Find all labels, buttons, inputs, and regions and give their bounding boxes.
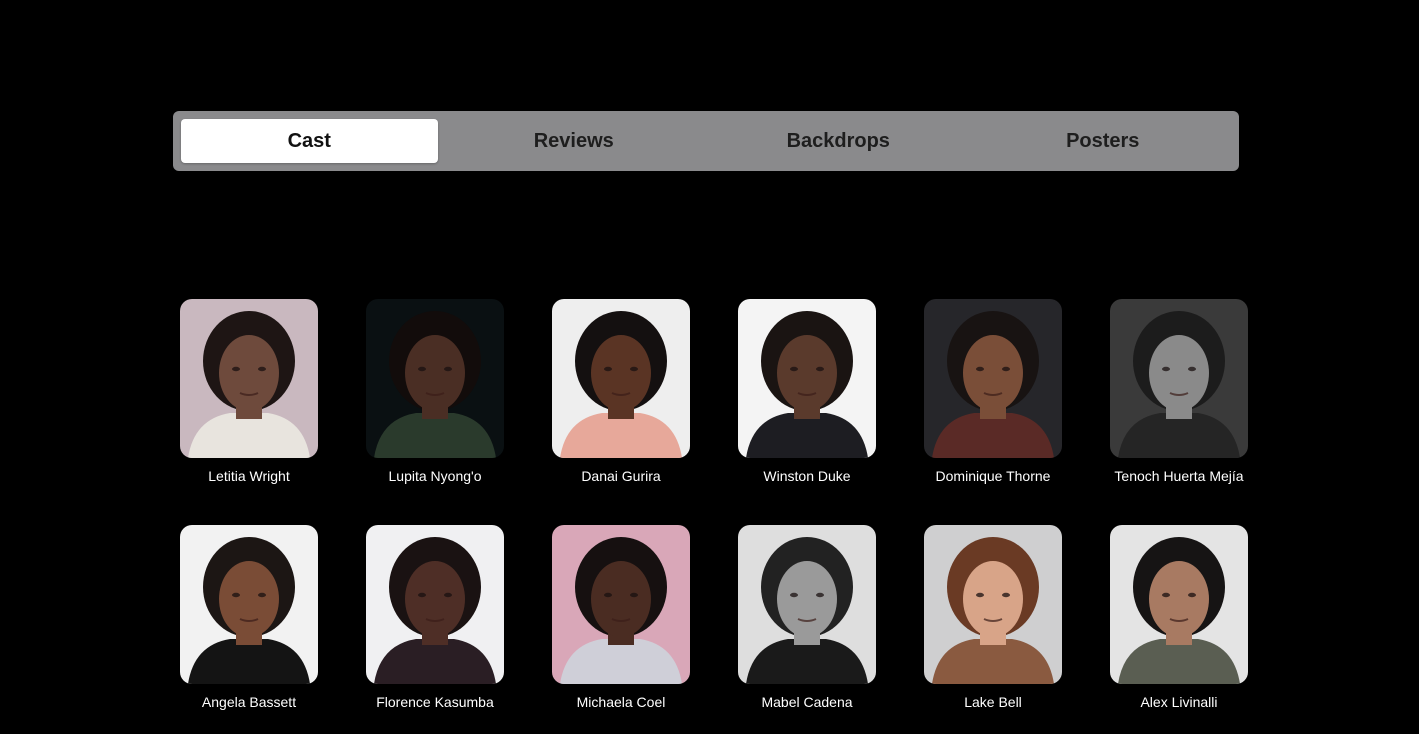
- portrait-image: [738, 299, 876, 458]
- cast-name: Letitia Wright: [208, 468, 290, 484]
- portrait-image: [1110, 299, 1248, 458]
- cast-card[interactable]: Alex Livinalli: [1110, 525, 1248, 710]
- cast-name: Lake Bell: [964, 694, 1022, 710]
- cast-name: Danai Gurira: [581, 468, 661, 484]
- cast-card[interactable]: Michaela Coel: [552, 525, 690, 710]
- portrait-image: [1110, 525, 1248, 684]
- cast-card[interactable]: Angela Bassett: [180, 525, 318, 710]
- cast-card[interactable]: Mabel Cadena: [738, 525, 876, 710]
- tab-posters[interactable]: Posters: [975, 119, 1232, 163]
- cast-card[interactable]: Letitia Wright: [180, 299, 318, 484]
- cast-name: Dominique Thorne: [935, 468, 1051, 484]
- portrait-image: [366, 299, 504, 458]
- cast-photo[interactable]: [738, 299, 876, 458]
- cast-photo[interactable]: [924, 525, 1062, 684]
- portrait-image: [180, 299, 318, 458]
- cast-name: Angela Bassett: [201, 694, 297, 710]
- cast-photo[interactable]: [180, 525, 318, 684]
- cast-photo[interactable]: [924, 299, 1062, 458]
- cast-name: Alex Livinalli: [1140, 694, 1218, 710]
- cast-card[interactable]: Danai Gurira: [552, 299, 690, 484]
- cast-photo[interactable]: [180, 299, 318, 458]
- portrait-image: [924, 299, 1062, 458]
- portrait-image: [552, 299, 690, 458]
- cast-name: Mabel Cadena: [761, 694, 853, 710]
- cast-photo[interactable]: [552, 525, 690, 684]
- cast-photo[interactable]: [366, 299, 504, 458]
- portrait-image: [738, 525, 876, 684]
- cast-name: Lupita Nyong'o: [388, 468, 482, 484]
- cast-card[interactable]: Winston Duke: [738, 299, 876, 484]
- portrait-image: [180, 525, 318, 684]
- cast-grid: Letitia Wright Lupita Nyong'o Danai Gurira…: [180, 299, 1248, 710]
- portrait-image: [552, 525, 690, 684]
- cast-name: Tenoch Huerta Mejía: [1114, 468, 1244, 484]
- cast-card[interactable]: Florence Kasumba: [366, 525, 504, 710]
- portrait-image: [924, 525, 1062, 684]
- tab-backdrops[interactable]: Backdrops: [710, 119, 967, 163]
- cast-photo[interactable]: [552, 299, 690, 458]
- tab-cast[interactable]: Cast: [181, 119, 438, 163]
- cast-card[interactable]: Lake Bell: [924, 525, 1062, 710]
- portrait-image: [366, 525, 504, 684]
- tab-bar: Cast Reviews Backdrops Posters: [173, 111, 1239, 171]
- cast-name: Michaela Coel: [576, 694, 666, 710]
- cast-card[interactable]: Lupita Nyong'o: [366, 299, 504, 484]
- tab-reviews[interactable]: Reviews: [446, 119, 703, 163]
- cast-name: Florence Kasumba: [376, 694, 494, 710]
- cast-name: Winston Duke: [763, 468, 851, 484]
- cast-card[interactable]: Tenoch Huerta Mejía: [1110, 299, 1248, 484]
- cast-photo[interactable]: [1110, 299, 1248, 458]
- cast-photo[interactable]: [366, 525, 504, 684]
- cast-photo[interactable]: [1110, 525, 1248, 684]
- cast-card[interactable]: Dominique Thorne: [924, 299, 1062, 484]
- cast-photo[interactable]: [738, 525, 876, 684]
